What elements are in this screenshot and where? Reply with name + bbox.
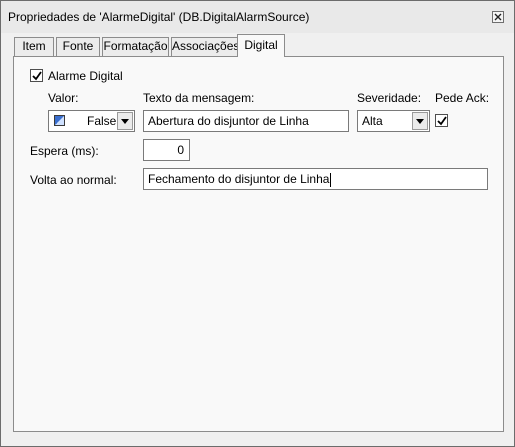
tab-formatacao-label: Formatação [103,39,168,53]
tab-item[interactable]: Item [14,37,54,56]
severidade-select[interactable]: Alta [357,110,430,132]
valor-selected: False [87,114,117,128]
volta-ao-normal-value: Fechamento do disjuntor de Linha [148,172,330,186]
tab-digital[interactable]: Digital [237,34,285,57]
alarme-digital-label: Alarme Digital [48,69,123,83]
valor-dropdown-button[interactable] [117,112,133,130]
pede-ack-label: Pede Ack: [435,91,490,105]
tab-associacoes[interactable]: Associações [171,37,240,56]
alarme-digital-checkbox[interactable] [30,69,43,82]
severidade-label: Severidade: [357,91,422,105]
tab-item-label: Item [22,39,46,53]
volta-ao-normal-label: Volta ao normal: [30,173,117,187]
chevron-down-icon [416,119,424,124]
severidade-dropdown-button[interactable] [412,112,428,130]
valor-select[interactable]: False [48,110,135,132]
checkmark-icon [437,116,447,126]
tab-digital-label: Digital [244,38,278,52]
title-bar[interactable]: Propriedades de 'AlarmeDigital' (DB.Digi… [1,1,514,33]
chevron-down-icon [121,119,129,124]
close-button[interactable] [492,11,504,23]
tab-associacoes-label: Associações [172,39,240,53]
texto-mensagem-label: Texto da mensagem: [143,91,255,105]
tab-fonte[interactable]: Fonte [56,37,100,56]
checkmark-icon [32,71,42,81]
text-caret [330,172,332,187]
pede-ack-checkbox[interactable] [435,114,448,127]
texto-mensagem-input[interactable]: Abertura do disjuntor de Linha [143,110,349,132]
espera-label: Espera (ms): [30,144,99,158]
tab-fonte-label: Fonte [62,39,94,53]
espera-input[interactable]: 0 [143,139,190,161]
window-title: Propriedades de 'AlarmeDigital' (DB.Digi… [8,10,310,24]
digital-panel: Alarme Digital Valor: Texto da mensagem:… [13,56,504,432]
properties-dialog: Propriedades de 'AlarmeDigital' (DB.Digi… [0,0,515,447]
volta-ao-normal-input[interactable]: Fechamento do disjuntor de Linha [143,168,488,190]
close-icon [494,13,502,21]
severidade-selected: Alta [362,114,383,128]
tab-formatacao[interactable]: Formatação [102,37,169,56]
valor-label: Valor: [48,91,79,105]
color-swatch-icon [54,115,65,126]
